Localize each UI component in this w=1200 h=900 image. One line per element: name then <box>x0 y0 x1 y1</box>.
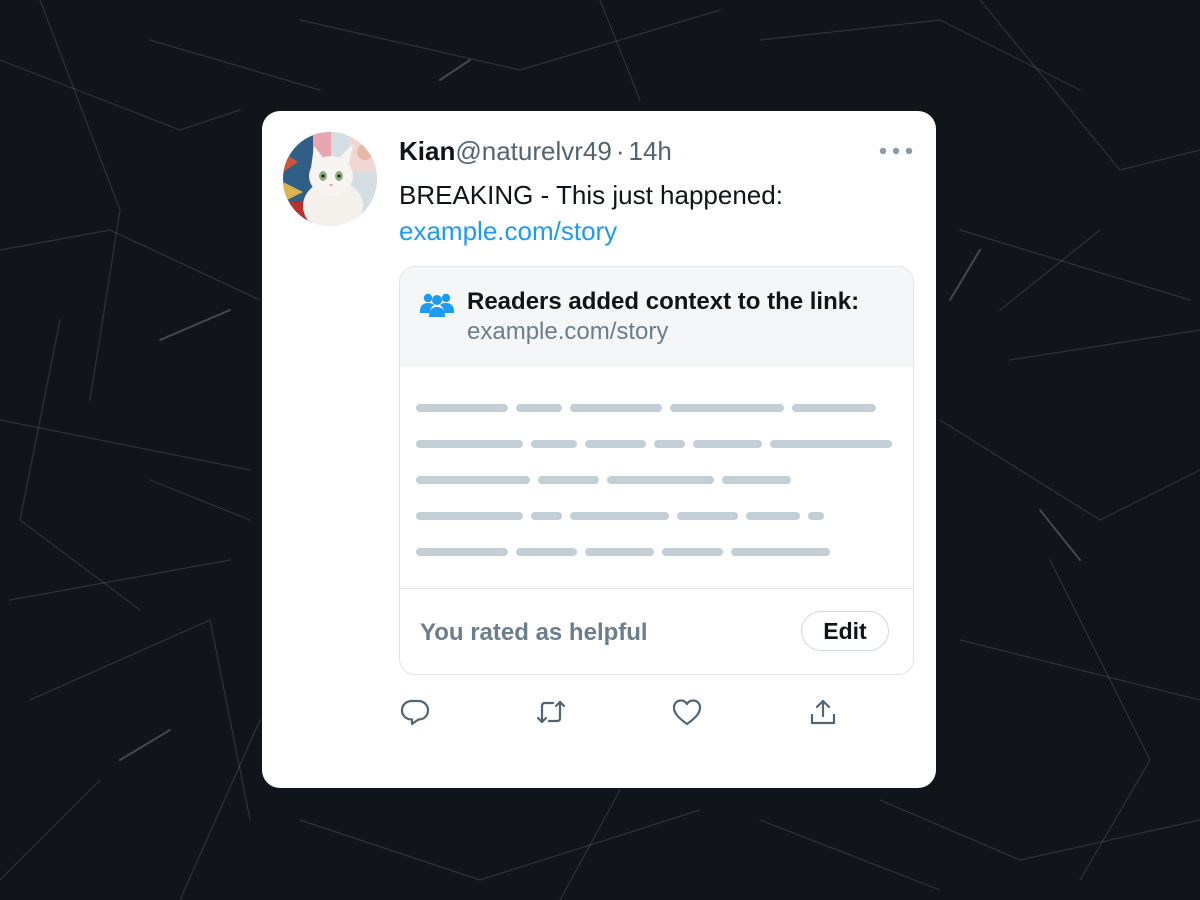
community-note: Readers added context to the link: examp… <box>399 266 914 675</box>
edit-rating-button[interactable]: Edit <box>801 611 889 651</box>
placeholder-line <box>416 440 523 448</box>
reply-icon[interactable] <box>400 698 430 726</box>
placeholder-line <box>770 440 892 448</box>
placeholder-line <box>731 548 830 556</box>
author-name[interactable]: Kian <box>399 135 455 167</box>
separator: · <box>615 136 625 166</box>
placeholder-line <box>538 476 599 484</box>
placeholder-line <box>662 548 723 556</box>
repost-icon[interactable] <box>536 698 566 726</box>
placeholder-line <box>516 548 577 556</box>
people-icon <box>420 293 454 317</box>
placeholder-line <box>516 404 562 412</box>
placeholder-line <box>607 476 714 484</box>
author-handle[interactable]: @naturelvr49 <box>455 135 611 167</box>
avatar[interactable] <box>283 132 377 226</box>
post-link[interactable]: example.com/story <box>399 213 617 249</box>
more-options-button[interactable] <box>876 139 916 163</box>
placeholder-line <box>792 404 876 412</box>
share-icon[interactable] <box>808 698 838 726</box>
post-card: Kian @naturelvr49 · 14h BREAKING - This … <box>262 111 936 788</box>
placeholder-line <box>570 512 669 520</box>
community-note-footer: You rated as helpful Edit <box>400 588 913 674</box>
placeholder-line <box>531 512 562 520</box>
placeholder-line <box>585 440 646 448</box>
placeholder-line <box>531 440 577 448</box>
placeholder-line <box>416 476 530 484</box>
placeholder-line <box>670 404 784 412</box>
placeholder-line <box>722 476 791 484</box>
placeholder-line <box>416 404 508 412</box>
community-note-header: Readers added context to the link: examp… <box>400 267 913 367</box>
post-header: Kian @naturelvr49 · 14h <box>399 135 672 167</box>
rating-status: You rated as helpful <box>420 619 648 646</box>
placeholder-line <box>585 548 654 556</box>
more-icon <box>879 147 913 155</box>
placeholder-line <box>416 512 523 520</box>
post-text: BREAKING - This just happened: <box>399 180 783 210</box>
placeholder-line <box>677 512 738 520</box>
placeholder-line <box>416 548 508 556</box>
community-note-link[interactable]: example.com/story <box>467 317 668 347</box>
post-time[interactable]: 14h <box>629 135 672 167</box>
community-note-title: Readers added context to the link: <box>467 288 860 315</box>
placeholder-line <box>654 440 685 448</box>
placeholder-line <box>570 404 662 412</box>
placeholder-line <box>746 512 800 520</box>
placeholder-line <box>808 512 824 520</box>
note-text-placeholder <box>400 367 913 587</box>
heart-icon[interactable] <box>672 698 702 726</box>
cat-avatar-image <box>283 132 377 226</box>
placeholder-line <box>693 440 762 448</box>
